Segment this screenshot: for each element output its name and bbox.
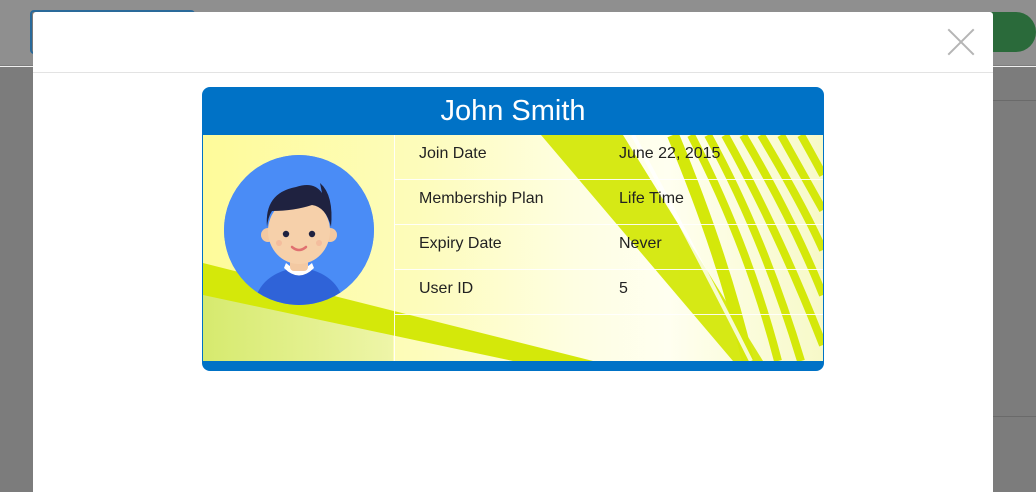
info-row-user-id: User ID 5	[395, 270, 823, 315]
info-label: User ID	[419, 280, 474, 297]
card-body: Join Date June 22, 2015 Membership Plan …	[203, 135, 823, 361]
info-value: Life Time	[619, 190, 684, 207]
info-row-join-date: Join Date June 22, 2015	[395, 135, 823, 180]
info-label: Expiry Date	[419, 235, 502, 252]
member-info-table: Join Date June 22, 2015 Membership Plan …	[395, 135, 823, 315]
membership-id-card: John Smith Join Date June 22, 2015 Membe…	[202, 87, 824, 371]
info-value: 5	[619, 280, 628, 297]
info-label: Join Date	[419, 145, 487, 162]
member-name: John Smith	[440, 95, 586, 127]
membership-card-modal: John Smith Join Date June 22, 2015 Membe…	[33, 12, 993, 492]
avatar	[224, 155, 374, 305]
background-divider	[992, 416, 1036, 417]
info-row-expiry-date: Expiry Date Never	[395, 225, 823, 270]
background-divider	[992, 100, 1036, 101]
info-value: June 22, 2015	[619, 145, 721, 162]
user-avatar-icon	[224, 155, 374, 305]
info-value: Never	[619, 235, 662, 252]
modal-header	[33, 12, 993, 73]
info-row-membership-plan: Membership Plan Life Time	[395, 180, 823, 225]
info-label: Membership Plan	[419, 190, 544, 207]
close-icon[interactable]	[947, 28, 975, 56]
